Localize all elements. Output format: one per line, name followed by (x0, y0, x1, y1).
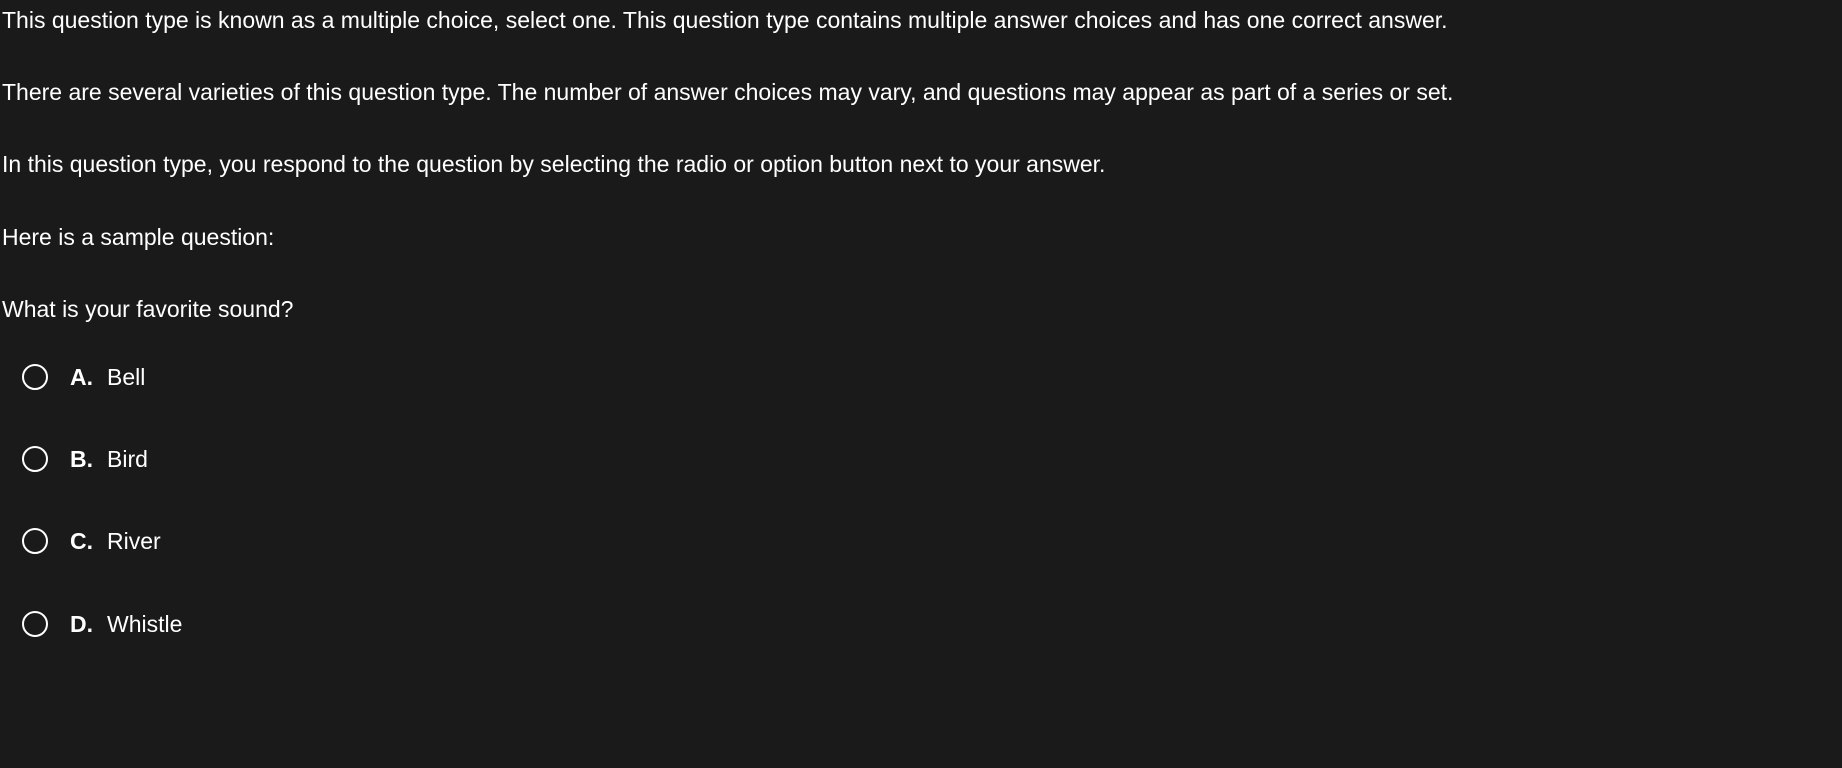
radio-icon (22, 446, 48, 472)
option-label: Bird (107, 443, 148, 475)
option-label: Bell (107, 361, 145, 393)
description-paragraph-2: There are several varieties of this ques… (2, 76, 1840, 108)
radio-icon (22, 611, 48, 637)
question-text: What is your favorite sound? (2, 293, 1840, 325)
description-paragraph-3: In this question type, you respond to th… (2, 148, 1840, 180)
option-c[interactable]: C. River (22, 525, 1840, 557)
option-label: River (107, 525, 161, 557)
option-letter: A. (70, 361, 93, 393)
option-b[interactable]: B. Bird (22, 443, 1840, 475)
radio-icon (22, 528, 48, 554)
radio-icon (22, 364, 48, 390)
description-paragraph-1: This question type is known as a multipl… (2, 4, 1840, 36)
option-letter: D. (70, 608, 93, 640)
sample-heading: Here is a sample question: (2, 221, 1840, 253)
option-a[interactable]: A. Bell (22, 361, 1840, 393)
option-letter: B. (70, 443, 93, 475)
option-letter: C. (70, 525, 93, 557)
option-label: Whistle (107, 608, 182, 640)
option-d[interactable]: D. Whistle (22, 608, 1840, 640)
